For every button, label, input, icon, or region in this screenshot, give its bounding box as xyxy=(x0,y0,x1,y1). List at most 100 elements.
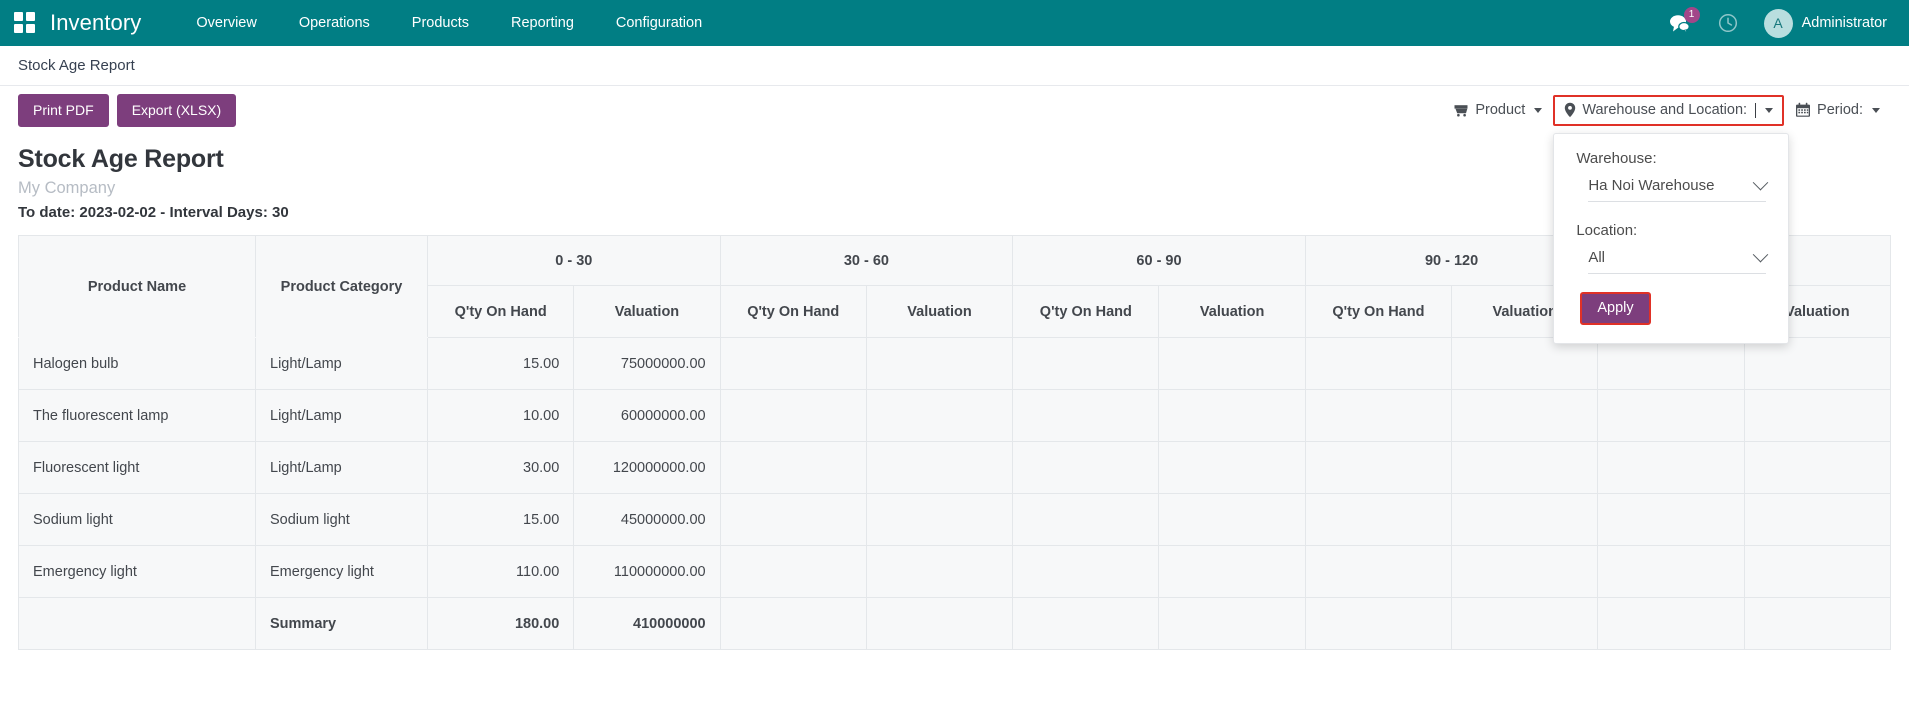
period-filter-button[interactable]: Period: xyxy=(1784,95,1891,126)
shopping-cart-icon xyxy=(1453,103,1469,117)
export-xlsx-button[interactable]: Export (XLSX) xyxy=(117,94,236,128)
cell-product-name: Emergency light xyxy=(19,546,256,598)
cell-product-category: Emergency light xyxy=(256,546,428,598)
warehouse-select[interactable]: Ha Noi Warehouse xyxy=(1588,177,1766,202)
cell-value-4 xyxy=(1013,598,1159,650)
table-row: Sodium lightSodium light15.0045000000.00 xyxy=(19,494,1891,546)
table-body: Halogen bulbLight/Lamp15.0075000000.00Th… xyxy=(19,338,1891,650)
warehouse-select-value: Ha Noi Warehouse xyxy=(1588,177,1714,194)
navbar-right-actions: 1 A Administrator xyxy=(1655,0,1893,46)
cell-value-5 xyxy=(1159,442,1305,494)
top-navbar: Inventory Overview Operations Products R… xyxy=(0,0,1909,46)
menu-item-reporting[interactable]: Reporting xyxy=(490,0,595,46)
cell-value-7 xyxy=(1452,338,1598,390)
warehouse-field-label: Warehouse: xyxy=(1554,148,1788,177)
activity-button[interactable] xyxy=(1704,0,1752,46)
cell-product-name: The fluorescent lamp xyxy=(19,390,256,442)
user-menu[interactable]: A Administrator xyxy=(1752,0,1893,46)
filter-group: Product Warehouse and Location: xyxy=(1442,95,1891,126)
cell-value-6 xyxy=(1305,598,1451,650)
header-sub-0-0: Q'ty On Hand xyxy=(428,286,574,338)
map-pin-icon xyxy=(1564,102,1576,118)
cell-value-7 xyxy=(1452,494,1598,546)
location-field-label: Location: xyxy=(1554,220,1788,249)
header-sub-2-1: Valuation xyxy=(1159,286,1305,338)
cell-value-1: 110000000.00 xyxy=(574,546,720,598)
warehouse-location-filter-button[interactable]: Warehouse and Location: xyxy=(1553,95,1784,126)
calendar-icon xyxy=(1795,102,1811,118)
header-group-1: 30 - 60 xyxy=(720,236,1013,286)
location-select-value: All xyxy=(1588,249,1605,266)
chevron-down-icon xyxy=(1753,247,1769,263)
cell-value-6 xyxy=(1305,494,1451,546)
cell-value-2 xyxy=(720,598,866,650)
header-sub-1-1: Valuation xyxy=(866,286,1012,338)
cell-product-name xyxy=(19,598,256,650)
cell-product-category: Light/Lamp xyxy=(256,442,428,494)
app-brand-title: Inventory xyxy=(50,10,141,36)
apps-grid-icon[interactable] xyxy=(14,12,36,34)
cell-value-5 xyxy=(1159,338,1305,390)
cell-value-3 xyxy=(866,494,1012,546)
main-menu: Overview Operations Products Reporting C… xyxy=(175,0,723,46)
cell-value-6 xyxy=(1305,546,1451,598)
cell-value-1: 120000000.00 xyxy=(574,442,720,494)
location-select[interactable]: All xyxy=(1588,249,1766,274)
cell-value-8 xyxy=(1598,442,1744,494)
cell-value-0: 30.00 xyxy=(428,442,574,494)
chevron-down-icon xyxy=(1753,175,1769,191)
cell-value-1: 75000000.00 xyxy=(574,338,720,390)
header-group-2: 60 - 90 xyxy=(1013,236,1306,286)
avatar: A xyxy=(1764,9,1793,38)
cell-value-1: 45000000.00 xyxy=(574,494,720,546)
messages-count-badge: 1 xyxy=(1684,7,1700,23)
cell-value-3 xyxy=(866,442,1012,494)
cell-product-category: Light/Lamp xyxy=(256,390,428,442)
cell-product-category: Light/Lamp xyxy=(256,338,428,390)
cell-value-3 xyxy=(866,390,1012,442)
cell-value-2 xyxy=(720,390,866,442)
cell-value-4 xyxy=(1013,338,1159,390)
menu-item-overview[interactable]: Overview xyxy=(175,0,277,46)
messages-button[interactable]: 1 xyxy=(1655,0,1704,46)
menu-item-configuration[interactable]: Configuration xyxy=(595,0,723,46)
print-pdf-button[interactable]: Print PDF xyxy=(18,94,109,128)
cell-value-8 xyxy=(1598,598,1744,650)
cell-value-3 xyxy=(866,338,1012,390)
cell-product-name: Halogen bulb xyxy=(19,338,256,390)
header-sub-2-0: Q'ty On Hand xyxy=(1013,286,1159,338)
warehouse-location-filter-label: Warehouse and Location: xyxy=(1582,102,1747,118)
cell-value-2 xyxy=(720,442,866,494)
cell-value-5 xyxy=(1159,546,1305,598)
header-sub-1-0: Q'ty On Hand xyxy=(720,286,866,338)
table-row: The fluorescent lampLight/Lamp10.0060000… xyxy=(19,390,1891,442)
cell-value-3 xyxy=(866,598,1012,650)
warehouse-location-dropdown-panel: Warehouse: Ha Noi Warehouse Location: Al… xyxy=(1553,133,1789,344)
cell-value-7 xyxy=(1452,546,1598,598)
cell-value-2 xyxy=(720,338,866,390)
header-product-name: Product Name xyxy=(19,236,256,338)
breadcrumb-bar: Stock Age Report xyxy=(0,46,1909,86)
product-filter-button[interactable]: Product xyxy=(1442,95,1553,126)
cell-value-8 xyxy=(1598,546,1744,598)
table-row: Halogen bulbLight/Lamp15.0075000000.00 xyxy=(19,338,1891,390)
table-row: Fluorescent lightLight/Lamp30.0012000000… xyxy=(19,442,1891,494)
table-row: Emergency lightEmergency light110.001100… xyxy=(19,546,1891,598)
cell-value-9 xyxy=(1744,494,1890,546)
cell-value-7 xyxy=(1452,390,1598,442)
cell-value-3 xyxy=(866,546,1012,598)
menu-item-operations[interactable]: Operations xyxy=(278,0,391,46)
cell-value-0: 180.00 xyxy=(428,598,574,650)
cell-value-1: 410000000 xyxy=(574,598,720,650)
cell-value-8 xyxy=(1598,494,1744,546)
cell-value-7 xyxy=(1452,442,1598,494)
cell-product-category: Summary xyxy=(256,598,428,650)
cell-value-2 xyxy=(720,546,866,598)
menu-item-products[interactable]: Products xyxy=(391,0,490,46)
cell-value-9 xyxy=(1744,338,1890,390)
cell-value-5 xyxy=(1159,390,1305,442)
apply-button[interactable]: Apply xyxy=(1580,292,1650,325)
cell-value-2 xyxy=(720,494,866,546)
header-product-category: Product Category xyxy=(256,236,428,338)
cell-value-6 xyxy=(1305,390,1451,442)
